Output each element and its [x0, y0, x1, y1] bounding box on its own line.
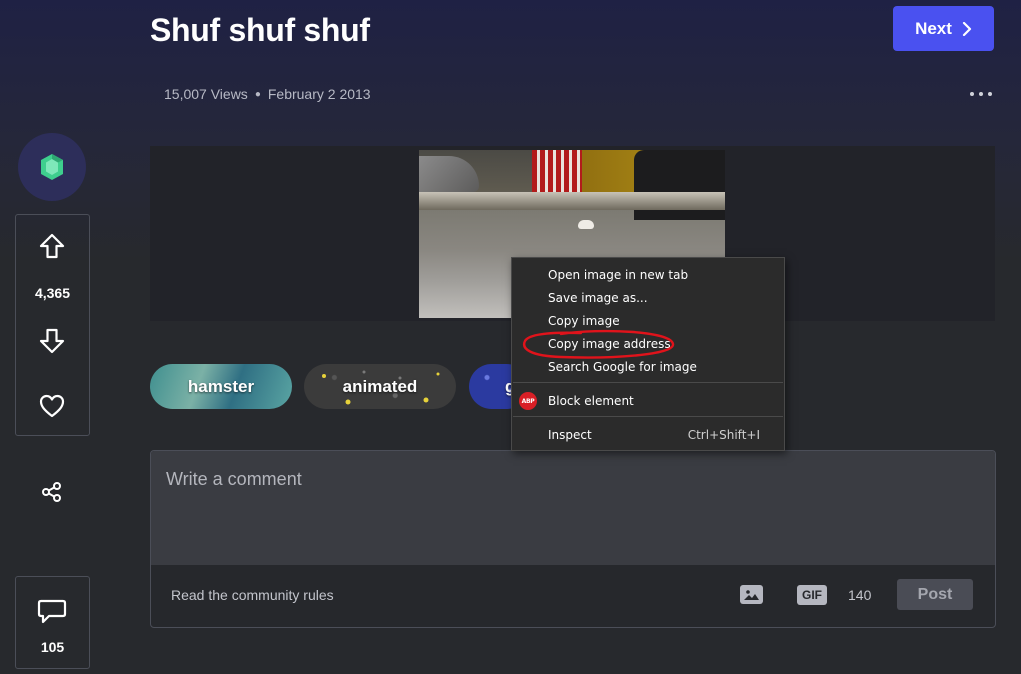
downvote-icon[interactable]	[36, 325, 68, 357]
more-options-icon[interactable]	[970, 85, 992, 103]
post-comment-button[interactable]: Post	[897, 579, 973, 610]
upvote-icon[interactable]	[36, 230, 68, 262]
comment-count: 105	[40, 639, 65, 655]
tag-animated[interactable]: animated	[304, 364, 456, 409]
menu-item-open-image-new-tab[interactable]: Open image in new tab	[512, 264, 784, 286]
menu-separator	[513, 382, 783, 383]
post-meta: 15,007 Views ● February 2 2013	[164, 86, 371, 102]
share-icon[interactable]	[38, 478, 66, 506]
comment-input[interactable]: Write a comment	[151, 451, 995, 565]
menu-shortcut: Ctrl+Shift+I	[687, 428, 760, 442]
character-count: 140	[848, 587, 872, 603]
menu-item-block-element[interactable]: ABP Block element	[512, 390, 784, 412]
vote-count: 4,365	[34, 285, 71, 301]
gif-picker-icon[interactable]: GIF	[797, 585, 827, 605]
annotation-circle	[522, 329, 675, 359]
menu-item-search-google-for-image[interactable]: Search Google for image	[512, 356, 784, 378]
hamster-figure	[578, 220, 594, 229]
adblock-plus-icon: ABP	[519, 392, 537, 410]
comment-placeholder: Write a comment	[166, 469, 302, 489]
next-button-label: Next	[915, 18, 952, 38]
next-button[interactable]: Next	[893, 6, 994, 51]
comment-bubble-icon	[36, 595, 68, 627]
emerald-icon	[41, 154, 63, 180]
post-date: February 2 2013	[267, 86, 371, 102]
menu-separator	[513, 416, 783, 417]
chevron-right-icon	[962, 21, 972, 36]
tag-label: hamster	[187, 376, 255, 396]
community-rules-link[interactable]: Read the community rules	[171, 587, 334, 603]
image-upload-icon[interactable]	[740, 585, 763, 604]
post-title: Shuf shuf shuf	[150, 12, 370, 48]
favorite-heart-icon[interactable]	[36, 390, 68, 422]
emerald-badge[interactable]	[18, 133, 86, 201]
tag-hamster[interactable]: hamster	[150, 364, 292, 409]
tag-label: animated	[342, 376, 418, 396]
menu-item-inspect[interactable]: Inspect Ctrl+Shift+I	[512, 424, 784, 446]
meta-separator: ●	[254, 88, 261, 100]
menu-item-save-image-as[interactable]: Save image as...	[512, 287, 784, 309]
view-count: 15,007 Views	[164, 86, 248, 102]
